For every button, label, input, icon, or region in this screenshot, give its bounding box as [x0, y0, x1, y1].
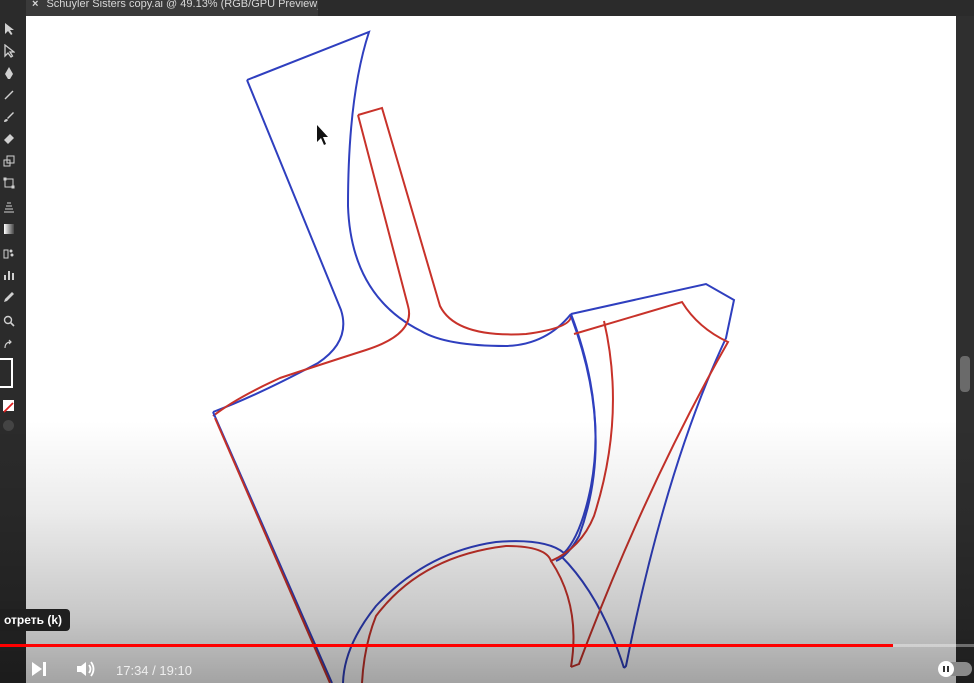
autoplay-pause-icon [938, 661, 954, 677]
eyedropper-tool-icon[interactable] [0, 288, 18, 306]
player-tooltip: отреть (k) [0, 609, 71, 631]
volume-button[interactable] [73, 656, 99, 682]
selection-tool-icon[interactable] [0, 20, 18, 38]
progress-bar[interactable] [0, 644, 974, 647]
document-tab[interactable]: × Schuyler Sisters copy.ai @ 49.13% (RGB/… [26, 0, 318, 16]
vertical-scrollbar[interactable] [956, 16, 974, 683]
document-title: Schuyler Sisters copy.ai @ 49.13% (RGB/G… [46, 0, 318, 10]
time-separator: / [148, 663, 160, 678]
mouse-cursor-icon [317, 125, 328, 145]
artboard-canvas[interactable] [26, 16, 956, 683]
scrollbar-thumb[interactable] [960, 356, 970, 392]
line-tool-icon[interactable] [0, 86, 18, 104]
zoom-tool-icon[interactable] [0, 312, 18, 330]
drawing-mode-icon[interactable] [3, 420, 14, 431]
progress-bar-fill [0, 644, 893, 647]
next-video-button[interactable] [26, 656, 52, 682]
brush-tool-icon[interactable] [0, 108, 18, 126]
blue-pattern-piece-upper [246, 30, 572, 348]
time-display: 17:34 / 19:10 [116, 663, 192, 678]
player-controls: 17:34 / 19:10 [0, 652, 974, 683]
graph-tool-icon[interactable] [0, 266, 18, 284]
red-pattern-piece-strap [357, 106, 572, 336]
scale-tool-icon[interactable] [0, 152, 18, 170]
stroke-color-swatch[interactable] [0, 358, 13, 388]
current-time: 17:34 [116, 663, 149, 678]
tools-panel [0, 16, 26, 683]
blue-pattern-piece-side [570, 282, 736, 669]
gradient-tool-icon[interactable] [0, 220, 18, 238]
eraser-tool-icon[interactable] [0, 130, 18, 148]
swap-colors-icon[interactable] [0, 336, 18, 354]
red-pattern-piece-side [570, 300, 730, 668]
duration: 19:10 [159, 663, 192, 678]
close-tab-icon[interactable]: × [32, 0, 38, 10]
none-color-icon[interactable] [3, 400, 14, 413]
direct-selection-tool-icon[interactable] [0, 42, 18, 60]
autoplay-toggle[interactable] [938, 661, 972, 677]
volume-icon [77, 661, 95, 677]
symbol-sprayer-tool-icon[interactable] [0, 244, 18, 262]
free-transform-tool-icon[interactable] [0, 174, 18, 192]
perspective-grid-tool-icon[interactable] [0, 198, 18, 216]
pen-tool-icon[interactable] [0, 64, 18, 82]
next-icon [32, 662, 46, 676]
